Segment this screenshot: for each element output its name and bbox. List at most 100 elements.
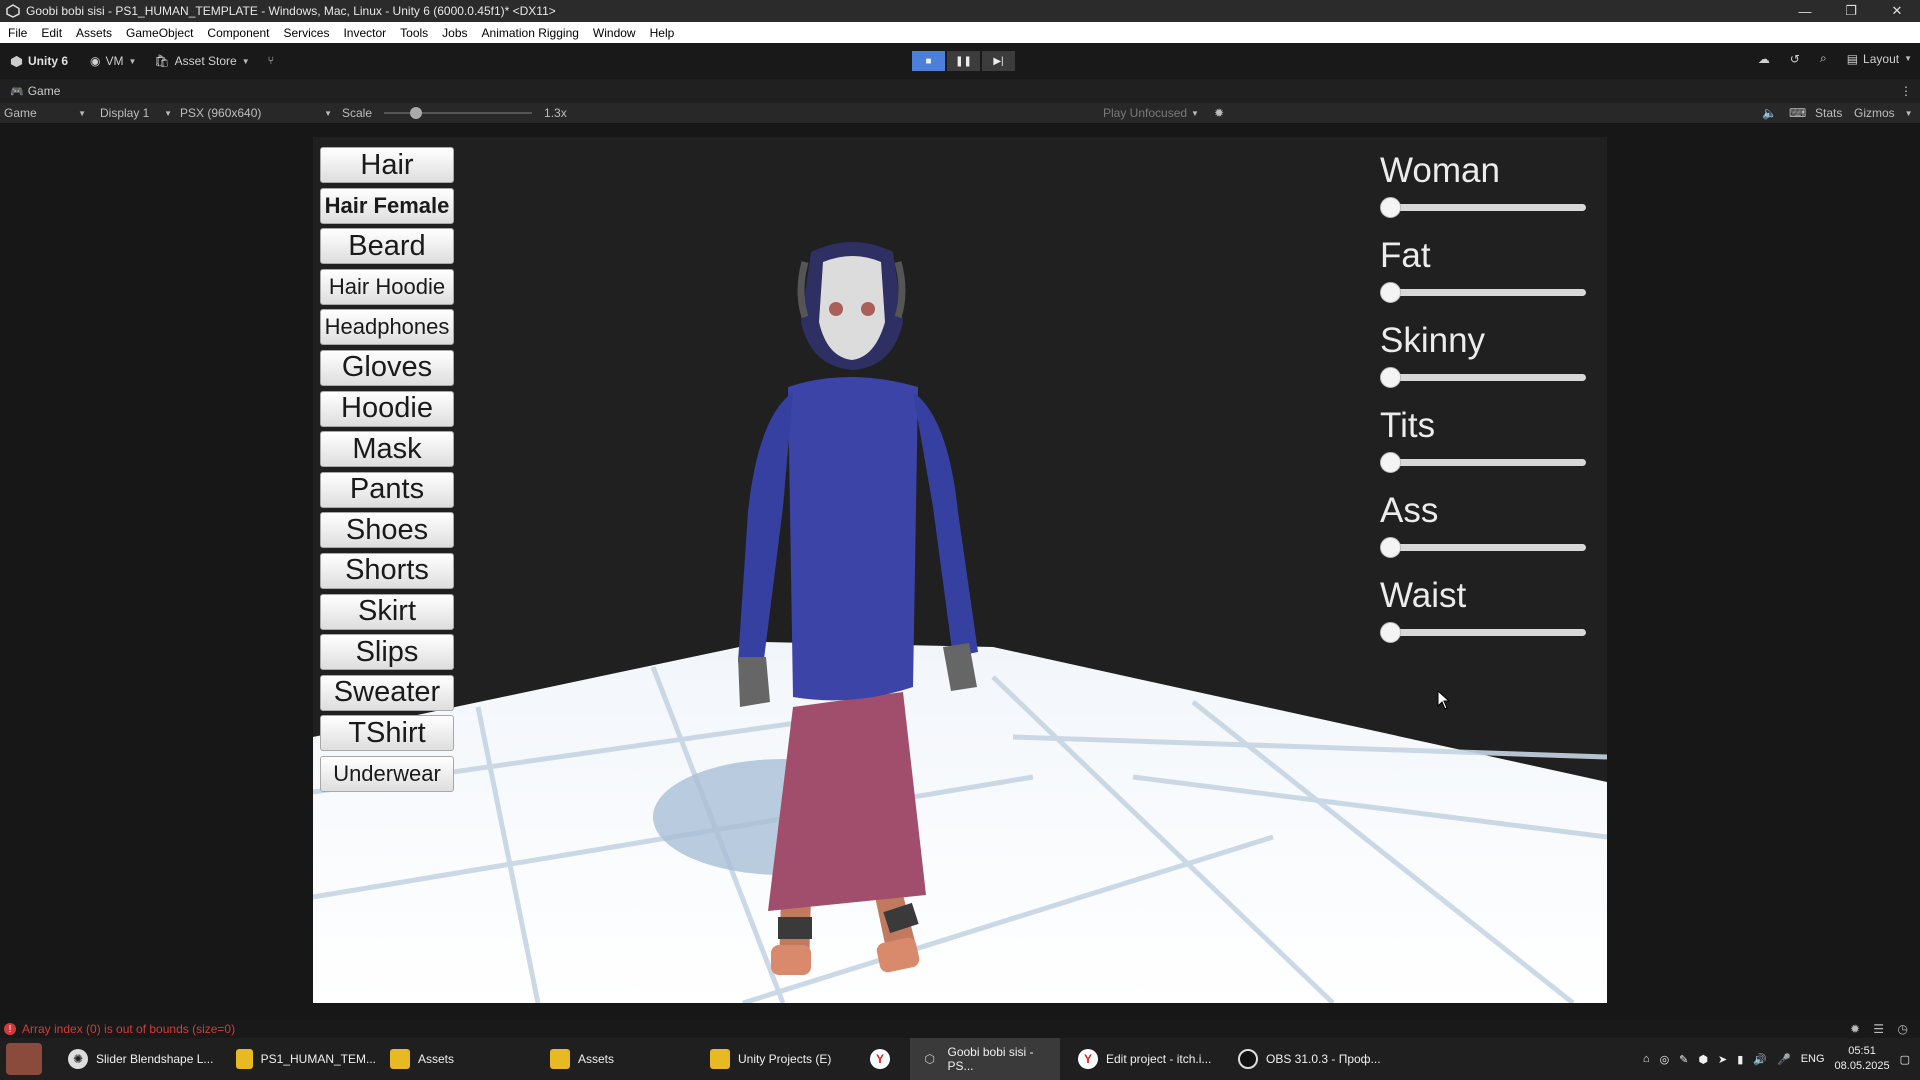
- taskbar-item-assets-2[interactable]: Assets: [540, 1038, 690, 1080]
- toggle-hair-female-button[interactable]: Hair Female: [320, 187, 454, 224]
- keyboard-icon[interactable]: ⌨: [1789, 106, 1806, 120]
- pause-button[interactable]: ❚❚: [947, 51, 980, 71]
- slider-knob[interactable]: [1380, 622, 1401, 643]
- version-control-button[interactable]: ⑂: [268, 55, 275, 67]
- account-dropdown[interactable]: ◉ VM ▼: [90, 54, 136, 68]
- asset-store-dropdown[interactable]: 🛍 Asset Store ▼: [154, 54, 249, 68]
- display-dropdown[interactable]: Display 1 ▼: [100, 106, 172, 120]
- menu-services[interactable]: Services: [275, 26, 335, 40]
- layout-dropdown[interactable]: ▤ Layout ▼: [1847, 52, 1912, 66]
- menu-file[interactable]: File: [0, 26, 33, 40]
- toggle-hair-hoodie-button[interactable]: Hair Hoodie: [320, 268, 454, 305]
- taskbar-item-obs[interactable]: OBS 31.0.3 - Проф...: [1228, 1038, 1390, 1080]
- taskbar-item-assets-1[interactable]: Assets: [380, 1038, 530, 1080]
- taskbar-item-yandex-browser[interactable]: Y: [860, 1038, 908, 1080]
- audio-mute-icon[interactable]: 🔈: [1762, 106, 1777, 120]
- avatar-icon: [6, 1043, 42, 1075]
- network-icon[interactable]: ⌂: [1643, 1053, 1650, 1065]
- menu-help[interactable]: Help: [642, 26, 681, 40]
- telegram-icon[interactable]: ➤: [1718, 1053, 1727, 1066]
- slider-track[interactable]: [1384, 629, 1586, 636]
- taskbar-item-ps1-human-template[interactable]: PS1_HUMAN_TEM...: [226, 1038, 376, 1080]
- menu-window[interactable]: Window: [585, 26, 642, 40]
- search-icon[interactable]: ⌕: [1820, 51, 1827, 66]
- scale-slider[interactable]: [384, 107, 533, 119]
- keyboard-language[interactable]: ENG: [1801, 1053, 1825, 1065]
- slider-knob[interactable]: [1380, 452, 1401, 473]
- toggle-pants-button[interactable]: Pants: [320, 471, 454, 508]
- toggle-slips-button[interactable]: Slips: [320, 634, 454, 671]
- unity-account-button[interactable]: Unity 6: [10, 54, 68, 68]
- toggle-tshirt-button[interactable]: TShirt: [320, 715, 454, 752]
- shield-icon[interactable]: ⬢: [1698, 1053, 1708, 1066]
- slider-track[interactable]: [1384, 544, 1586, 551]
- toggle-shoes-button[interactable]: Shoes: [320, 512, 454, 549]
- taskbar-item-unity-editor[interactable]: ⬡ Goobi bobi sisi - PS...: [910, 1038, 1060, 1080]
- console-status-bar[interactable]: ! Array index (0) is out of bounds (size…: [0, 1020, 1920, 1038]
- play-button[interactable]: ■: [912, 51, 945, 71]
- gizmos-dropdown[interactable]: Gizmos ▼: [1854, 106, 1913, 120]
- menu-animation-rigging[interactable]: Animation Rigging: [474, 26, 585, 40]
- check-icon[interactable]: ◷: [1898, 1022, 1908, 1036]
- more-options-icon[interactable]: ⋮: [1900, 84, 1912, 98]
- play-mode-dropdown[interactable]: Play Unfocused ▼: [1103, 106, 1199, 120]
- gizmos-label: Gizmos: [1854, 106, 1895, 120]
- slider-knob[interactable]: [1380, 197, 1401, 218]
- resolution-dropdown[interactable]: PSX (960x640) ▼: [180, 106, 332, 120]
- debug-icon[interactable]: ✹: [1850, 1022, 1860, 1036]
- notifications-icon[interactable]: ▢: [1900, 1053, 1910, 1066]
- layers-icon[interactable]: ☰: [1873, 1022, 1884, 1036]
- slider-track[interactable]: [1384, 374, 1586, 381]
- menu-gameobject[interactable]: GameObject: [118, 26, 199, 40]
- slider-label: Waist: [1380, 576, 1467, 615]
- usb-icon[interactable]: ▮: [1737, 1053, 1743, 1066]
- slider-track[interactable]: [1384, 459, 1586, 466]
- taskbar-item-edit-project-itch[interactable]: Y Edit project - itch.i...: [1068, 1038, 1218, 1080]
- stats-button[interactable]: Stats: [1815, 106, 1842, 120]
- cloud-icon[interactable]: ☁: [1758, 52, 1770, 66]
- restore-button[interactable]: ❐: [1828, 0, 1874, 22]
- taskbar-item-unity-projects[interactable]: Unity Projects (E): [700, 1038, 850, 1080]
- yandex-browser-icon: Y: [870, 1049, 890, 1069]
- toggle-headphones-button[interactable]: Headphones: [320, 309, 454, 346]
- toggle-sweater-button[interactable]: Sweater: [320, 674, 454, 711]
- scale-slider-knob[interactable]: [410, 107, 423, 119]
- step-button[interactable]: ▶|: [982, 51, 1015, 71]
- taskbar-item-slider-blendshape[interactable]: ✺ Slider Blendshape L...: [58, 1038, 226, 1080]
- bug-icon[interactable]: ✹: [1214, 106, 1224, 120]
- menu-edit[interactable]: Edit: [33, 26, 68, 40]
- steam-icon[interactable]: ◎: [1660, 1053, 1670, 1066]
- history-icon[interactable]: ↺: [1790, 52, 1800, 66]
- toggle-mask-button[interactable]: Mask: [320, 431, 454, 468]
- taskbar-item-label: Edit project - itch.i...: [1106, 1052, 1212, 1066]
- slider-knob[interactable]: [1380, 537, 1401, 558]
- menu-invector[interactable]: Invector: [335, 26, 392, 40]
- slider-knob[interactable]: [1380, 367, 1401, 388]
- menu-jobs[interactable]: Jobs: [434, 26, 473, 40]
- minimize-button[interactable]: —: [1782, 0, 1828, 22]
- game-render[interactable]: Hair Hair Female Beard Hair Hoodie Headp…: [313, 137, 1607, 1003]
- menu-assets[interactable]: Assets: [68, 26, 118, 40]
- user-icon: ◉: [90, 54, 101, 68]
- toggle-beard-button[interactable]: Beard: [320, 228, 454, 265]
- toggle-hoodie-button[interactable]: Hoodie: [320, 390, 454, 427]
- toggle-shorts-button[interactable]: Shorts: [320, 552, 454, 589]
- slider-knob[interactable]: [1380, 282, 1401, 303]
- clock[interactable]: 05:51 08.05.2025: [1835, 1044, 1890, 1074]
- view-mode-dropdown[interactable]: Game ▼: [4, 106, 86, 120]
- menu-bar: File Edit Assets GameObject Component Se…: [0, 22, 1920, 43]
- toggle-hair-button[interactable]: Hair: [320, 147, 454, 183]
- speaker-icon[interactable]: 🔊: [1753, 1053, 1767, 1066]
- pen-icon[interactable]: ✎: [1679, 1053, 1688, 1066]
- start-avatar[interactable]: [0, 1038, 50, 1080]
- mic-icon[interactable]: 🎤: [1777, 1053, 1791, 1066]
- close-button[interactable]: ✕: [1874, 0, 1920, 22]
- toggle-skirt-button[interactable]: Skirt: [320, 593, 454, 630]
- toggle-gloves-button[interactable]: Gloves: [320, 349, 454, 386]
- menu-component[interactable]: Component: [199, 26, 275, 40]
- slider-track[interactable]: [1384, 289, 1586, 296]
- tab-game[interactable]: 🎮 Game: [10, 84, 60, 98]
- menu-tools[interactable]: Tools: [392, 26, 434, 40]
- toggle-underwear-button[interactable]: Underwear: [320, 755, 454, 792]
- slider-track[interactable]: [1384, 204, 1586, 211]
